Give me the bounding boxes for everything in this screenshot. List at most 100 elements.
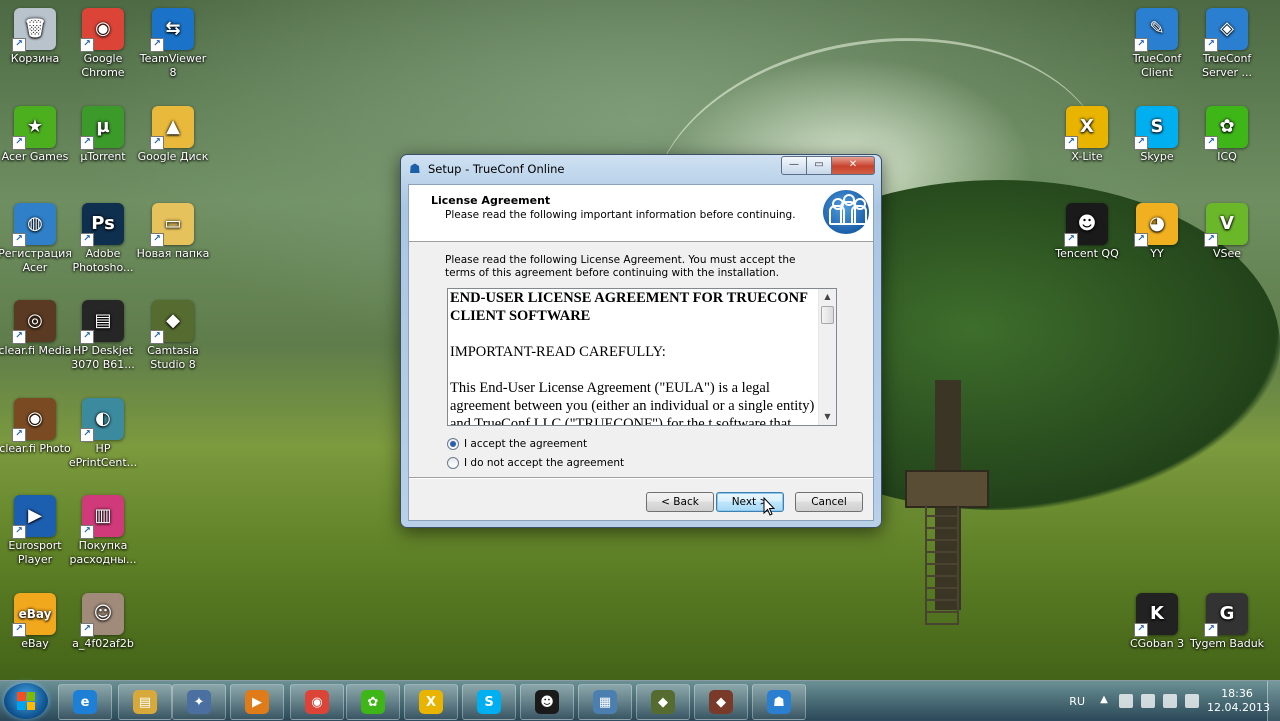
desktop-icon[interactable]: G ↗ Tygem Baduk [1189, 593, 1265, 651]
file-explorer-icon: ▤ [133, 690, 157, 714]
skype-icon: S [477, 690, 501, 714]
license-text-box[interactable]: END-USER LICENSE AGREEMENT FOR TRUECONF … [447, 288, 837, 426]
mouse-cursor-icon [763, 496, 776, 517]
start-button[interactable] [4, 683, 48, 719]
desktop-icon[interactable]: ☻ ↗ Tencent QQ [1049, 203, 1125, 261]
desktop-icon-label: HP ePrintCent... [68, 442, 138, 469]
desktop-icon[interactable]: ◐ ↗ HP ePrintCent... [65, 398, 141, 470]
scroll-up-arrow-icon[interactable]: ▲ [819, 289, 836, 305]
desktop-icon[interactable]: ◕ ↗ YY [1119, 203, 1195, 261]
desktop-icon[interactable]: ◉ ↗ clear.fi Photo [0, 398, 73, 456]
back-button[interactable]: < Back [646, 492, 714, 512]
accept-radio-label: I accept the agreement [464, 438, 588, 450]
icq-icon: ✿ [361, 690, 385, 714]
network-icon[interactable] [1141, 694, 1155, 708]
maximize-button[interactable]: ▭ [807, 156, 832, 175]
minimize-button[interactable]: — [781, 156, 807, 175]
taskbar-item[interactable]: ◆ [636, 684, 690, 720]
accept-radio-dot[interactable] [447, 438, 459, 450]
desktop-icon-label: Корзина [10, 52, 60, 65]
desktop-icon[interactable]: ☺ ↗ a_4f02af2b [65, 593, 141, 651]
taskbar-item[interactable]: ◉ [290, 684, 344, 720]
taskbar: e ▤ ✦ ▶ ◉ ✿ X S ☻ ▦ ◆ ◆ ☗ RU ▲ 18:36 12.04.2013 [0, 680, 1280, 721]
desktop-icon[interactable]: ◈ ↗ TrueConf Server ... [1189, 8, 1265, 80]
trueconf-client-icon: ✎ ↗ [1134, 8, 1178, 52]
taskbar-item[interactable]: e [58, 684, 112, 720]
desktop-icon[interactable]: V ↗ VSee [1189, 203, 1265, 261]
shortcut-arrow-icon: ↗ [12, 233, 26, 247]
taskbar-item[interactable]: S [462, 684, 516, 720]
desktop-icon[interactable]: K ↗ CGoban 3 [1119, 593, 1195, 651]
action-center-flag-icon[interactable] [1119, 694, 1133, 708]
shortcut-arrow-icon: ↗ [80, 623, 94, 637]
desktop-icon[interactable]: ▭ ↗ Новая папка [135, 203, 211, 261]
show-desktop-button[interactable] [1267, 681, 1280, 721]
qq-icon: ☻ [535, 690, 559, 714]
desktop-icon[interactable]: X ↗ X-Lite [1049, 106, 1125, 164]
language-indicator[interactable]: RU [1069, 695, 1085, 708]
license-intro-text: Please read the following License Agreem… [445, 254, 796, 279]
desktop-icon[interactable]: Ps ↗ Adobe Photosho... [65, 203, 141, 275]
scroll-down-arrow-icon[interactable]: ▼ [819, 409, 836, 425]
desktop-icon[interactable]: ▤ ↗ HP Deskjet 3070 B61... [65, 300, 141, 372]
shortcut-arrow-icon: ↗ [1204, 233, 1218, 247]
taskbar-item[interactable]: ▦ [578, 684, 632, 720]
desktop-icon[interactable]: ◍ ↗ Регистрация Acer [0, 203, 73, 275]
media-player-icon: ▶ [245, 690, 269, 714]
network-signal-icon[interactable] [1163, 694, 1177, 708]
tray-arrow-icon[interactable]: ▲ [1097, 694, 1111, 708]
desktop-icon[interactable]: µ ↗ µTorrent [65, 106, 141, 164]
shortcut-arrow-icon: ↗ [1134, 136, 1148, 150]
desktop-icon[interactable]: ▶ ↗ Eurosport Player [0, 495, 73, 567]
desktop-icon[interactable]: ◉ ↗ Google Chrome [65, 8, 141, 80]
license-scrollbar[interactable]: ▲ ▼ [818, 289, 836, 425]
windows-logo-icon [17, 692, 35, 710]
desktop-icon[interactable]: ✿ ↗ ICQ [1189, 106, 1265, 164]
desktop-icon[interactable]: ◎ ↗ clear.fi Media [0, 300, 73, 358]
chrome-icon: ◉ [305, 690, 329, 714]
shortcut-arrow-icon: ↗ [80, 428, 94, 442]
clearfi-media-icon: ◎ ↗ [12, 300, 56, 344]
taskbar-item[interactable]: ☻ [520, 684, 574, 720]
shortcut-arrow-icon: ↗ [1064, 233, 1078, 247]
accept-radio[interactable]: I accept the agreement [447, 438, 587, 450]
desktop-icon-label: µTorrent [80, 150, 126, 163]
volume-icon[interactable] [1185, 694, 1199, 708]
desktop-icon[interactable]: eBay ↗ eBay [0, 593, 73, 651]
taskbar-item[interactable]: ▶ [230, 684, 284, 720]
cancel-button[interactable]: Cancel [795, 492, 863, 512]
desktop-icon-label: Acer Games [1, 150, 69, 163]
desktop-icon[interactable]: ★ ↗ Acer Games [0, 106, 73, 164]
clock[interactable]: 18:36 12.04.2013 [1207, 687, 1270, 715]
desktop-icon-label: TeamViewer 8 [139, 52, 207, 79]
taskbar-item[interactable]: ☗ [752, 684, 806, 720]
taskbar-item[interactable]: ✿ [346, 684, 400, 720]
desktop-icon-label: Google Диск [137, 150, 209, 163]
setup-dialog-window[interactable]: ☗ Setup - TrueConf Online — ▭ ✕ License … [400, 154, 882, 528]
desktop-icon-label: eBay [21, 637, 49, 650]
desktop-icon[interactable]: ▲ ↗ Google Диск [135, 106, 211, 164]
control-panel-icon: ▦ [593, 690, 617, 714]
taskbar-item[interactable]: ◆ [694, 684, 748, 720]
shortcut-arrow-icon: ↗ [80, 136, 94, 150]
desktop-icon[interactable]: ✎ ↗ TrueConf Client [1119, 8, 1195, 80]
window-controls: — ▭ ✕ [781, 156, 875, 175]
desktop-icon[interactable]: S ↗ Skype [1119, 106, 1195, 164]
desktop-icon[interactable]: ◆ ↗ Camtasia Studio 8 [135, 300, 211, 372]
shortcut-arrow-icon: ↗ [12, 623, 26, 637]
desktop-icon[interactable]: ▥ ↗ Покупка расходны... [65, 495, 141, 567]
dialog-titlebar[interactable]: ☗ Setup - TrueConf Online — ▭ ✕ [401, 155, 881, 183]
wizard-page-subtitle: Please read the following important info… [445, 209, 796, 221]
desktop-icon[interactable]: ⇆ ↗ TeamViewer 8 [135, 8, 211, 80]
decline-radio-dot[interactable] [447, 457, 459, 469]
close-button[interactable]: ✕ [832, 156, 875, 175]
taskbar-item[interactable]: ✦ [172, 684, 226, 720]
internet-explorer-icon: e [73, 690, 97, 714]
scrollbar-thumb[interactable] [821, 306, 834, 324]
desktop-icon[interactable]: 🗑 ↗ Корзина [0, 8, 73, 66]
shortcut-arrow-icon: ↗ [80, 38, 94, 52]
taskbar-item[interactable]: ▤ [118, 684, 172, 720]
taskbar-item[interactable]: X [404, 684, 458, 720]
decline-radio[interactable]: I do not accept the agreement [447, 457, 624, 469]
system-tray: RU ▲ 18:36 12.04.2013 [1069, 681, 1280, 721]
